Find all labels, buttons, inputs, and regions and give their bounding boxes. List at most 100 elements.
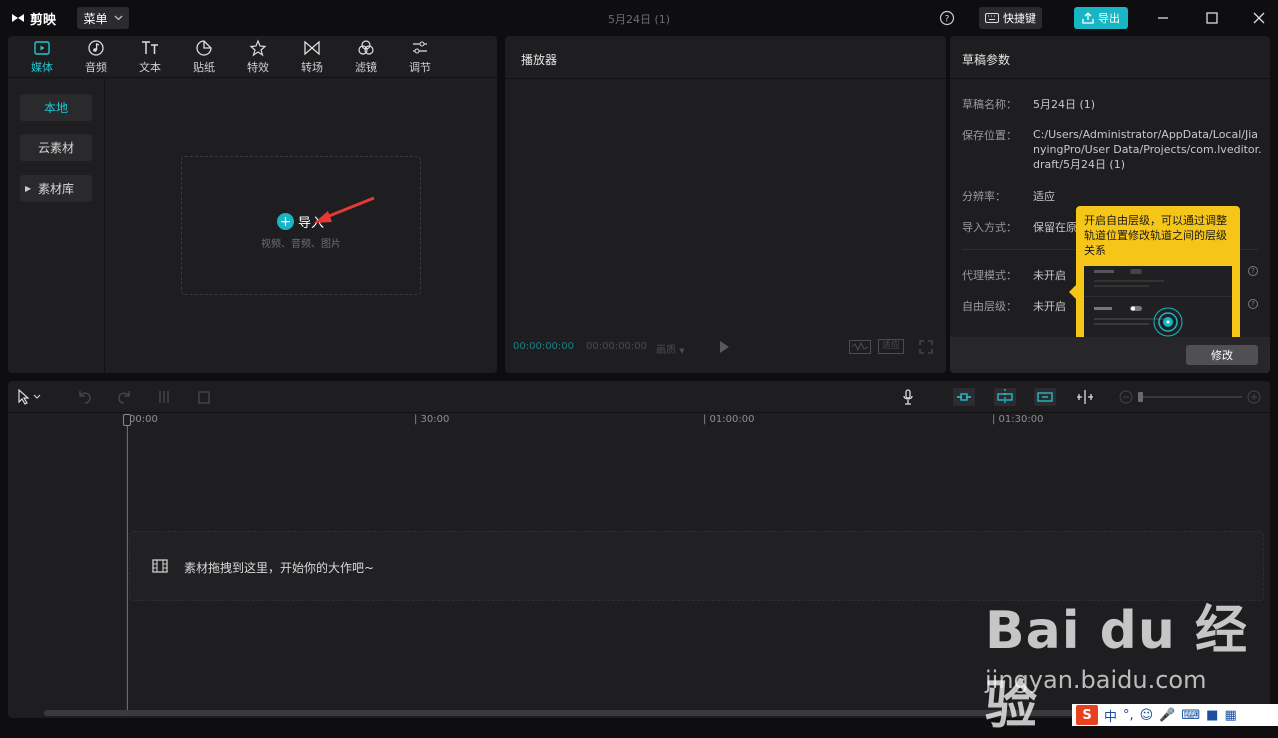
modify-button[interactable]: 修改	[1186, 345, 1258, 365]
main-track-magnet-icon[interactable]	[953, 388, 975, 406]
tab-effects[interactable]: 特效	[233, 39, 283, 75]
time-ruler-tick: | 01:30:00	[992, 414, 1044, 425]
tooltip-pointer	[1069, 285, 1076, 299]
player-panel	[505, 36, 946, 373]
resolution-label: 分辨率：	[962, 190, 1006, 203]
preview-axis-icon[interactable]	[1075, 389, 1095, 405]
tab-media[interactable]: 媒体	[17, 39, 67, 75]
tab-transition[interactable]: 转场	[287, 39, 337, 75]
caret-down-icon: ▼	[679, 347, 685, 355]
annotation-arrow-icon	[314, 196, 375, 223]
playhead-line[interactable]	[127, 414, 128, 710]
tab-text[interactable]: 文本	[125, 39, 175, 75]
ime-toolbar[interactable]: S 中 °, ☺ 🎤 ⌨ ■ ▦	[1072, 704, 1278, 726]
question-icon[interactable]: ?	[1248, 266, 1258, 276]
track-header-area	[8, 413, 127, 718]
player-title: 播放器	[521, 53, 558, 67]
time-ruler-tick: | 01:00:00	[703, 414, 755, 425]
draft-name-value: 5月24日 (1)	[1033, 98, 1096, 111]
split-icon[interactable]	[155, 389, 173, 405]
save-location-label: 保存位置：	[962, 129, 1017, 142]
audio-icon	[88, 40, 104, 56]
playhead-handle[interactable]	[123, 414, 131, 426]
shortcut-label: 快捷键	[1003, 12, 1036, 25]
tooltip-preview-image	[1084, 266, 1232, 337]
tab-sticker[interactable]: 贴纸	[179, 39, 229, 75]
sogou-logo-icon: S	[1076, 705, 1098, 725]
sticker-icon	[196, 40, 212, 56]
free-layer-label: 自由层级：	[962, 300, 1017, 313]
export-button[interactable]: 导出	[1074, 7, 1128, 29]
save-location-value: C:/Users/Administrator/AppData/Local/Jia…	[1033, 127, 1262, 172]
timecode-total: 00:00:00:00	[586, 341, 648, 352]
minimize-icon[interactable]	[1153, 8, 1173, 28]
maximize-icon[interactable]	[1202, 8, 1222, 28]
sidebar-item-library[interactable]: ▶ 素材库	[20, 175, 92, 202]
plus-icon: +	[277, 213, 294, 230]
quality-dropdown[interactable]: 画质 ▼	[656, 341, 685, 356]
waveform-icon[interactable]	[849, 340, 871, 354]
keyboard-icon[interactable]: ⌨	[1181, 708, 1200, 723]
redo-icon[interactable]	[115, 389, 133, 405]
free-layer-value: 未开启	[1033, 300, 1066, 313]
sidebar-item-cloud[interactable]: 云素材	[20, 134, 92, 161]
tab-label: 调节	[409, 61, 431, 74]
zoom-slider[interactable]	[1118, 389, 1264, 405]
shortcut-button[interactable]: 快捷键	[979, 7, 1042, 29]
tab-label: 滤镜	[355, 61, 377, 74]
adjust-icon	[413, 41, 427, 54]
toolbox-icon[interactable]: ▦	[1224, 708, 1236, 723]
help-icon[interactable]: ?	[939, 10, 955, 26]
microphone-icon[interactable]: 🎤	[1159, 708, 1175, 723]
filter-icon	[358, 40, 374, 55]
tab-adjust[interactable]: 调节	[395, 39, 445, 75]
close-icon[interactable]	[1249, 8, 1269, 28]
tab-label: 文本	[139, 61, 161, 74]
media-tabs: 媒体 音频 文本 贴纸 特效 转场 滤镜 调节	[8, 36, 497, 78]
microphone-icon[interactable]	[899, 389, 917, 405]
import-mode-label: 导入方式：	[962, 221, 1017, 234]
svg-text:?: ?	[945, 15, 950, 25]
sidebar-item-local[interactable]: 本地	[20, 94, 92, 121]
media-sidebar: 本地 云素材 ▶ 素材库	[8, 79, 105, 373]
effects-icon	[249, 39, 267, 57]
import-mode-value: 保留在原	[1033, 221, 1077, 234]
draft-params-title: 草稿参数	[962, 53, 1011, 67]
fullscreen-icon[interactable]	[919, 340, 933, 354]
skin-icon[interactable]: ■	[1206, 708, 1218, 723]
resolution-value: 适应	[1033, 190, 1055, 203]
play-icon[interactable]	[717, 340, 731, 354]
tab-label: 媒体	[31, 61, 53, 74]
path-line: C:/Users/Administrator/AppData/Local/Jia	[1033, 128, 1259, 141]
tab-filter[interactable]: 滤镜	[341, 39, 391, 75]
quality-label: 画质	[656, 345, 676, 356]
linkage-icon[interactable]	[1034, 388, 1056, 406]
text-icon	[142, 41, 158, 54]
export-label: 导出	[1098, 12, 1120, 25]
fit-button[interactable]: 适应	[878, 339, 904, 354]
undo-icon[interactable]	[76, 389, 94, 405]
tab-audio[interactable]: 音频	[71, 39, 121, 75]
select-tool-icon[interactable]	[16, 389, 44, 405]
proxy-mode-value: 未开启	[1033, 269, 1066, 282]
ime-mode-label[interactable]: 中	[1104, 706, 1117, 725]
caret-right-icon: ▶	[25, 184, 32, 193]
proxy-mode-label: 代理模式：	[962, 269, 1017, 282]
transition-icon	[304, 40, 320, 56]
export-icon	[1082, 12, 1094, 24]
auto-snap-icon[interactable]	[994, 388, 1016, 406]
watermark-url: jingyan.baidu.com	[985, 666, 1207, 694]
tab-label: 贴纸	[193, 61, 215, 74]
time-ruler-tick: 00:00	[129, 414, 158, 425]
import-hint: 视频、音频、图片	[261, 239, 341, 250]
tooltip-text: 开启自由层级，可以通过调整轨道位置修改轨道之间的层级关系	[1084, 214, 1227, 257]
delete-icon[interactable]	[195, 389, 213, 405]
film-icon	[152, 559, 168, 573]
emoji-icon[interactable]: ☺	[1140, 708, 1154, 723]
timecode-current: 00:00:00:00	[513, 341, 575, 352]
path-line: draft/5月24日 (1)	[1033, 158, 1126, 171]
punctuation-icon[interactable]: °,	[1123, 708, 1134, 723]
divider	[505, 78, 946, 79]
question-icon[interactable]: ?	[1248, 299, 1258, 309]
divider	[950, 78, 1270, 79]
